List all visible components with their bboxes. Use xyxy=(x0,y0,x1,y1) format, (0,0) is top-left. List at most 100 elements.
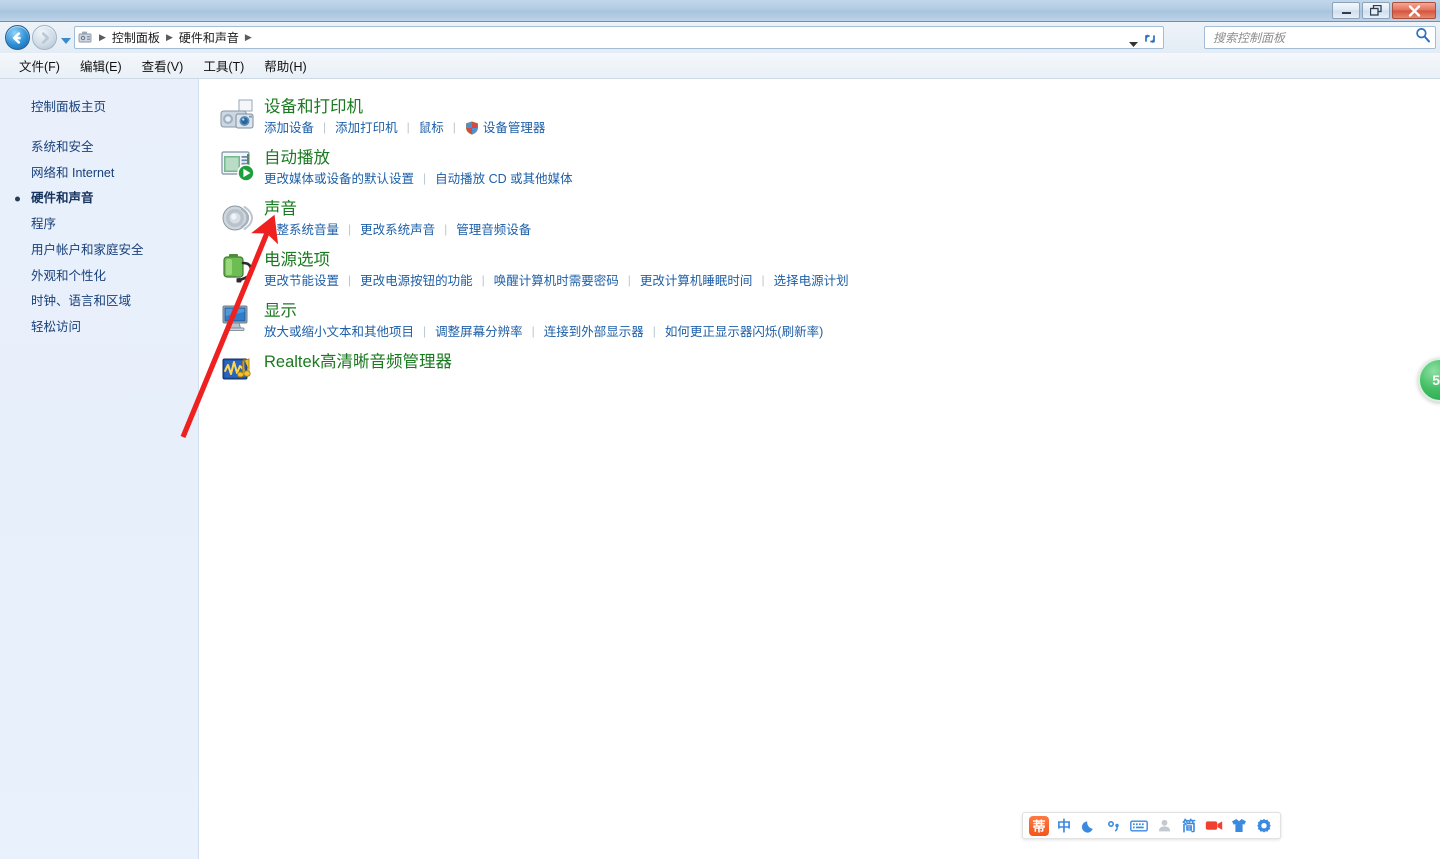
control-panel-icon xyxy=(78,30,95,46)
badge-value: 56 xyxy=(1432,372,1440,388)
category-title-realtek-audio-manager[interactable]: Realtek高清晰音频管理器 xyxy=(264,352,452,373)
sidebar-item-network-and-internet[interactable]: 网络和 Internet xyxy=(0,161,198,187)
category-body: 声音 调整系统音量 | 更改系统声音 | 管理音频设备 xyxy=(264,197,531,238)
category-links: 调整系统音量 | 更改系统声音 | 管理音频设备 xyxy=(264,222,531,238)
link-manage-audio-devices[interactable]: 管理音频设备 xyxy=(456,222,531,238)
skin-icon[interactable] xyxy=(1228,815,1250,836)
sidebar-item-user-accounts-and-family-safety[interactable]: 用户帐户和家庭安全 xyxy=(0,238,198,264)
soft-keyboard-icon[interactable] xyxy=(1128,815,1150,836)
link-separator: | xyxy=(444,120,465,136)
sidebar-item-label: 硬件和声音 xyxy=(31,191,94,205)
autoplay-icon xyxy=(218,146,258,186)
title-bar xyxy=(0,0,1440,22)
close-button[interactable] xyxy=(1392,2,1436,19)
link-play-cd-or-other-media[interactable]: 自动播放 CD 或其他媒体 xyxy=(435,171,573,187)
back-button[interactable] xyxy=(5,25,30,50)
ime-toolbar: 蒂 中 xyxy=(1022,812,1281,839)
link-device-manager-label: 设备管理器 xyxy=(483,120,546,136)
link-separator: | xyxy=(752,273,773,289)
link-add-device[interactable]: 添加设备 xyxy=(264,120,314,136)
category-title-power-options[interactable]: 电源选项 xyxy=(264,250,849,271)
devices-and-printers-icon xyxy=(218,95,258,135)
category-title-display[interactable]: 显示 xyxy=(264,301,823,322)
link-adjust-system-volume[interactable]: 调整系统音量 xyxy=(264,222,339,238)
category-devices-and-printers: 设备和打印机 添加设备 | 添加打印机 | 鼠标 | xyxy=(218,95,1440,139)
sidebar-item-system-and-security[interactable]: 系统和安全 xyxy=(0,135,198,161)
link-separator: | xyxy=(619,273,640,289)
menu-tools[interactable]: 工具(T) xyxy=(193,53,254,78)
category-sound: 声音 调整系统音量 | 更改系统声音 | 管理音频设备 xyxy=(218,197,1440,241)
breadcrumb-separator: ▶ xyxy=(97,32,108,43)
sound-icon xyxy=(218,197,258,237)
link-connect-to-external-display[interactable]: 连接到外部显示器 xyxy=(544,324,644,340)
category-body: Realtek高清晰音频管理器 xyxy=(264,350,452,375)
link-change-when-computer-sleeps[interactable]: 更改计算机睡眠时间 xyxy=(640,273,753,289)
category-body: 自动播放 更改媒体或设备的默认设置 | 自动播放 CD 或其他媒体 xyxy=(264,146,573,187)
category-title-autoplay[interactable]: 自动播放 xyxy=(264,148,573,169)
moon-icon[interactable] xyxy=(1078,815,1100,836)
breadcrumb-item-control-panel[interactable]: 控制面板 xyxy=(108,27,164,48)
menu-help[interactable]: 帮助(H) xyxy=(254,53,316,78)
category-links: 放大或缩小文本和其他项目 | 调整屏幕分辨率 | 连接到外部显示器 | 如何更正… xyxy=(264,324,823,340)
link-separator: | xyxy=(435,222,456,238)
link-separator: | xyxy=(398,120,419,136)
chinese-mode-icon[interactable]: 中 xyxy=(1053,815,1075,836)
link-change-power-button-behavior[interactable]: 更改电源按钮的功能 xyxy=(360,273,473,289)
category-links: 添加设备 | 添加打印机 | 鼠标 | xyxy=(264,120,545,136)
category-display: 显示 放大或缩小文本和其他项目 | 调整屏幕分辨率 | 连接到外部显示器 | 如… xyxy=(218,299,1440,343)
menu-view[interactable]: 查看(V) xyxy=(132,53,194,78)
sidebar-item-programs[interactable]: 程序 xyxy=(0,212,198,238)
settings-gear-icon[interactable] xyxy=(1253,815,1275,836)
restore-button[interactable] xyxy=(1362,2,1390,19)
link-change-power-saving-settings[interactable]: 更改节能设置 xyxy=(264,273,339,289)
link-make-text-larger-or-smaller[interactable]: 放大或缩小文本和其他项目 xyxy=(264,324,414,340)
breadcrumb-item-hardware-and-sound[interactable]: 硬件和声音 xyxy=(175,27,243,48)
refresh-icon[interactable] xyxy=(1141,30,1160,47)
link-device-manager[interactable]: 设备管理器 xyxy=(465,120,546,136)
category-title-devices-and-printers[interactable]: 设备和打印机 xyxy=(264,97,545,118)
realtek-audio-icon xyxy=(218,350,258,390)
breadcrumb-separator[interactable]: ▶ xyxy=(243,32,254,43)
link-choose-power-plan[interactable]: 选择电源计划 xyxy=(774,273,849,289)
sidebar-item-ease-of-access[interactable]: 轻松访问 xyxy=(0,315,198,341)
sidebar-item-appearance-and-personalization[interactable]: 外观和个性化 xyxy=(0,264,198,290)
search-input[interactable] xyxy=(1213,31,1415,45)
link-fix-flickering-refresh-rate[interactable]: 如何更正显示器闪烁(刷新率) xyxy=(665,324,823,340)
link-adjust-screen-resolution[interactable]: 调整屏幕分辨率 xyxy=(435,324,523,340)
main-content: 设备和打印机 添加设备 | 添加打印机 | 鼠标 | xyxy=(200,79,1440,859)
link-separator: | xyxy=(414,171,435,187)
search-icon[interactable] xyxy=(1415,27,1431,48)
category-autoplay: 自动播放 更改媒体或设备的默认设置 | 自动播放 CD 或其他媒体 xyxy=(218,146,1440,190)
simplified-chinese-icon[interactable]: 简 xyxy=(1178,815,1200,836)
uac-shield-icon xyxy=(465,121,479,135)
forward-button[interactable] xyxy=(32,25,57,50)
minimize-button[interactable] xyxy=(1332,2,1360,19)
link-separator: | xyxy=(523,324,544,340)
sidebar-item-clock-language-and-region[interactable]: 时钟、语言和区域 xyxy=(0,289,198,315)
category-title-sound[interactable]: 声音 xyxy=(264,199,531,220)
breadcrumb-separator[interactable]: ▶ xyxy=(164,32,175,43)
screen-recorder-icon[interactable] xyxy=(1203,815,1225,836)
link-add-printer[interactable]: 添加打印机 xyxy=(335,120,398,136)
link-change-system-sounds[interactable]: 更改系统声音 xyxy=(360,222,435,238)
recent-pages-dropdown-icon[interactable] xyxy=(60,33,72,43)
address-bar[interactable]: ▶ 控制面板 ▶ 硬件和声音 ▶ xyxy=(74,26,1164,49)
category-body: 设备和打印机 添加设备 | 添加打印机 | 鼠标 | xyxy=(264,95,545,136)
punctuation-icon[interactable] xyxy=(1103,815,1125,836)
sidebar-item-hardware-and-sound[interactable]: 硬件和声音 xyxy=(0,186,198,212)
link-require-password-on-wakeup[interactable]: 唤醒计算机时需要密码 xyxy=(494,273,619,289)
navigation-bar: ▶ 控制面板 ▶ 硬件和声音 ▶ xyxy=(0,22,1440,53)
window-controls xyxy=(1332,2,1436,19)
link-mouse[interactable]: 鼠标 xyxy=(419,120,444,136)
menu-edit[interactable]: 编辑(E) xyxy=(70,53,132,78)
link-separator: | xyxy=(314,120,335,136)
link-separator: | xyxy=(339,222,360,238)
previous-locations-chevron-icon[interactable] xyxy=(1128,35,1139,43)
link-change-default-settings-for-media[interactable]: 更改媒体或设备的默认设置 xyxy=(264,171,414,187)
sogou-logo-icon[interactable]: 蒂 xyxy=(1028,815,1050,836)
user-icon[interactable] xyxy=(1153,815,1175,836)
menu-file[interactable]: 文件(F) xyxy=(9,53,70,78)
sidebar-item-control-panel-home[interactable]: 控制面板主页 xyxy=(0,95,198,121)
search-box[interactable] xyxy=(1204,26,1436,49)
active-bullet-icon xyxy=(15,197,20,202)
